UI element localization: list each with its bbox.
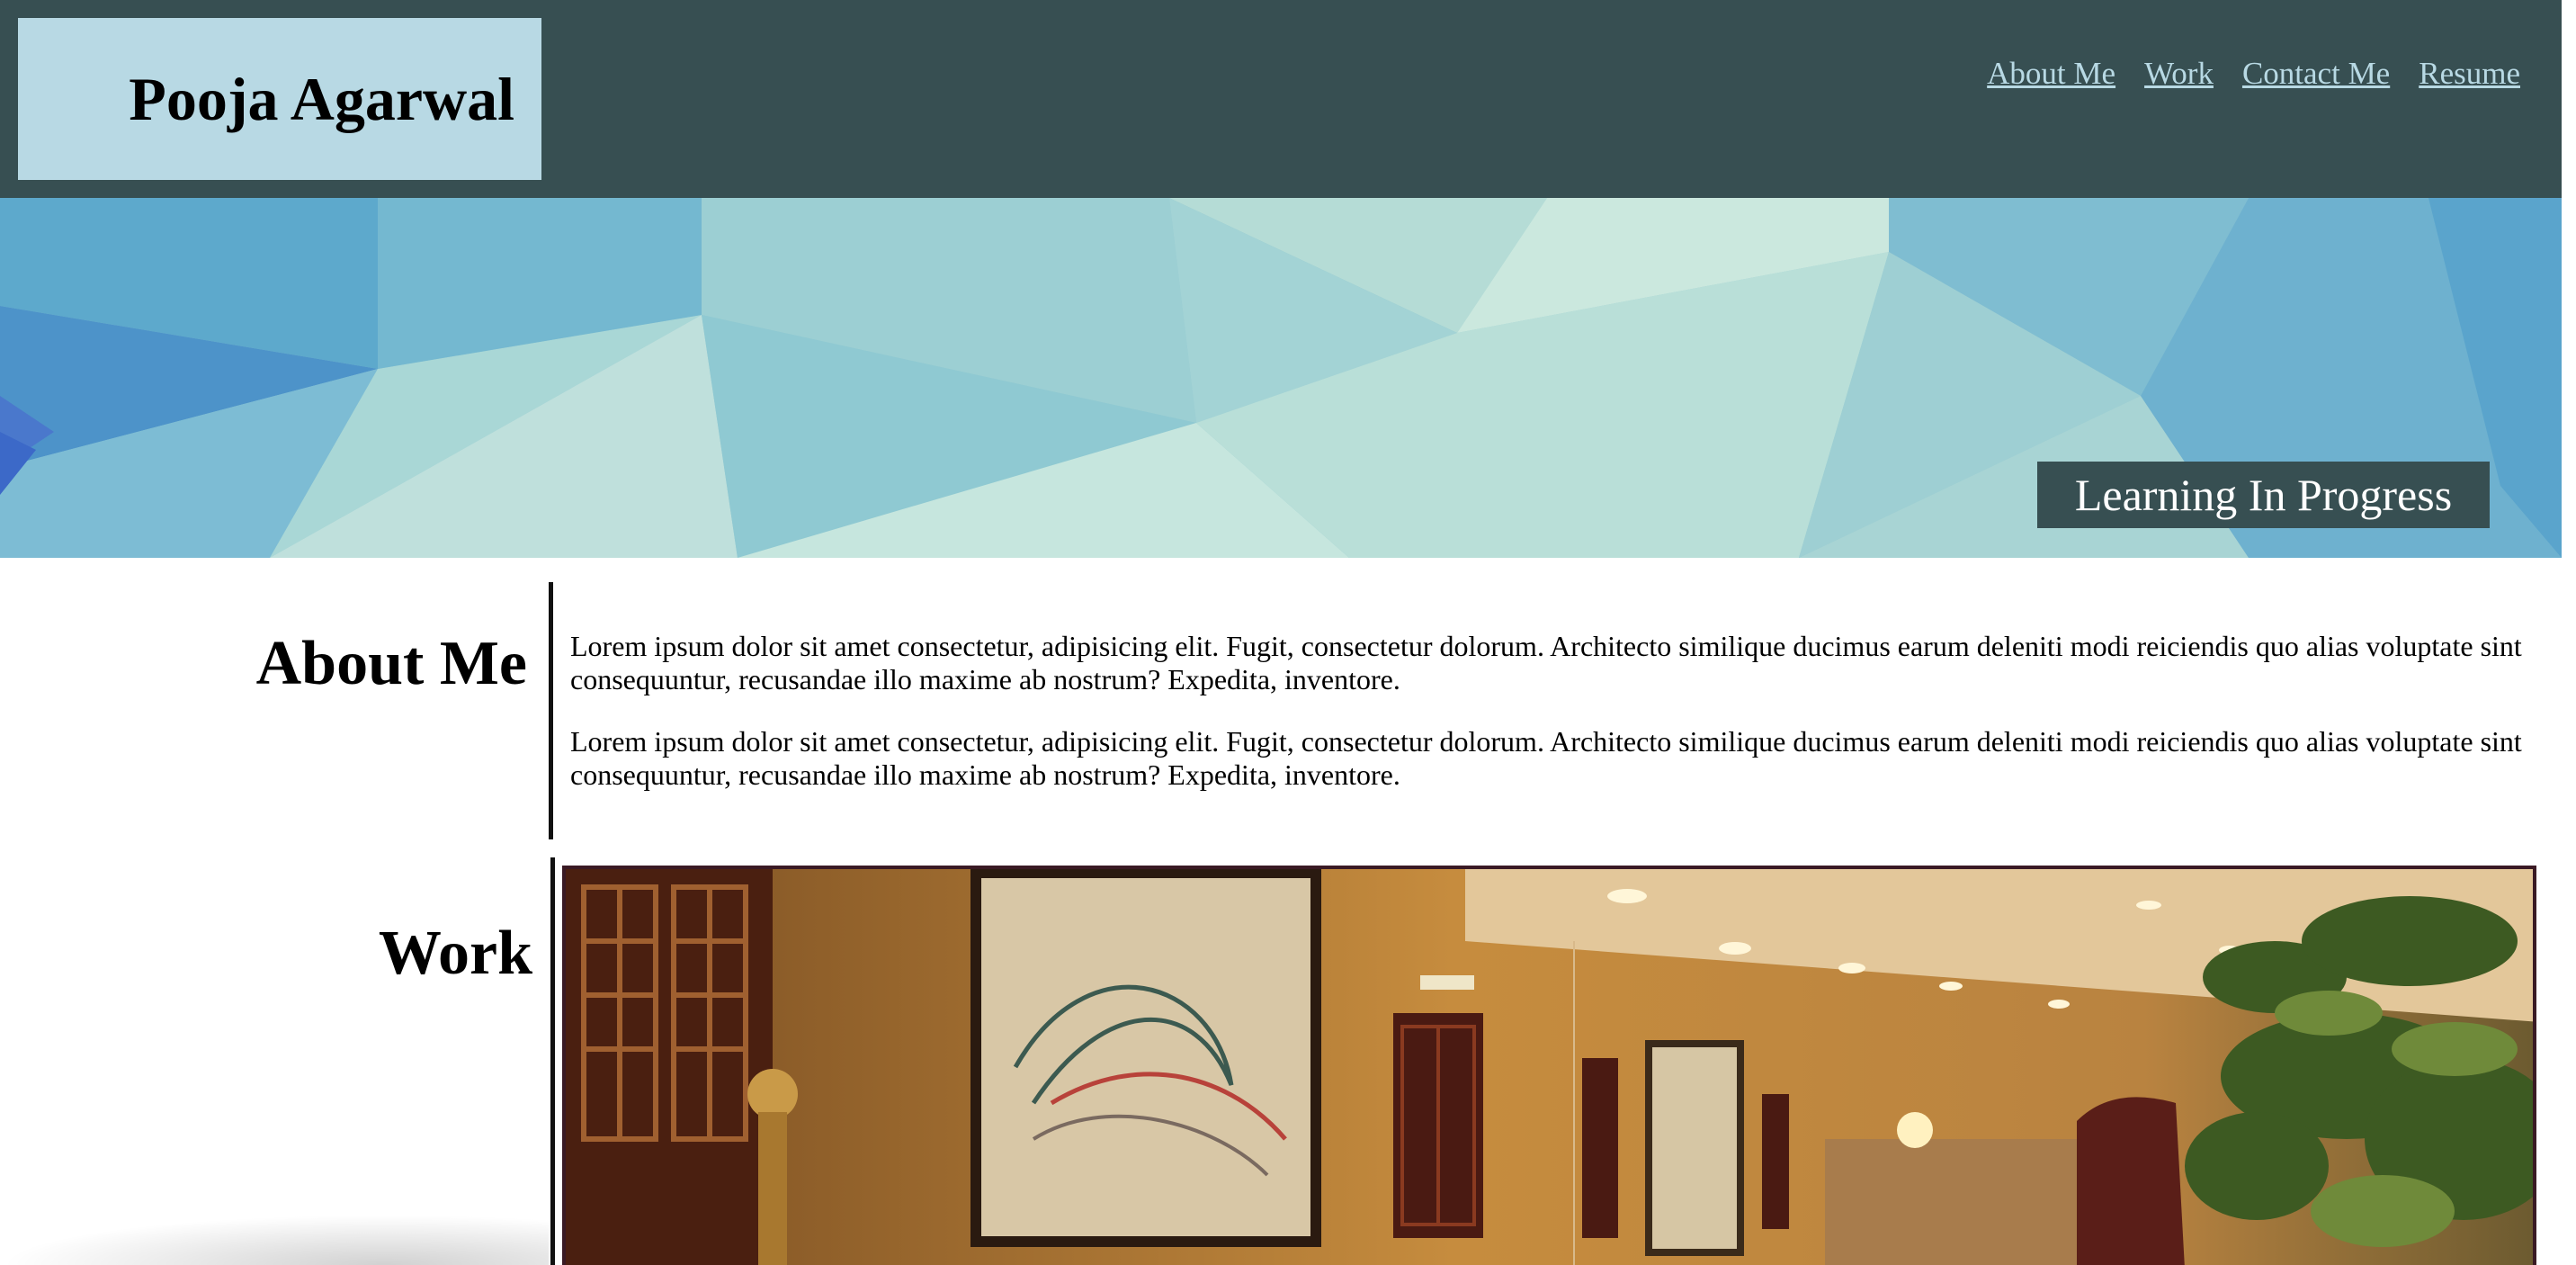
window-edge: [2562, 0, 2576, 1265]
nav-link-about-me[interactable]: About Me: [1987, 56, 2115, 92]
hero-tagline: Learning In Progress: [2037, 462, 2490, 528]
about-divider: [549, 582, 553, 839]
site-name: Pooja Agarwal: [129, 65, 514, 133]
hero-banner: Learning In Progress: [0, 198, 2562, 558]
nav-link-contact-me[interactable]: Contact Me: [2242, 56, 2390, 92]
work-heading: Work: [378, 919, 532, 988]
site-header: Pooja Agarwal About Me Work Contact Me R…: [0, 0, 2562, 198]
bottom-shadow: [0, 1215, 549, 1265]
nav-link-work[interactable]: Work: [2144, 56, 2214, 92]
site-name-box: Pooja Agarwal: [18, 18, 541, 180]
about-paragraph: Lorem ipsum dolor sit amet consectetur, …: [570, 630, 2522, 695]
work-project-image[interactable]: [562, 866, 2536, 1265]
hotel-lobby-photo: [566, 869, 2533, 1265]
about-me-body: Lorem ipsum dolor sit amet consectetur, …: [570, 630, 2533, 821]
main-nav: About Me Work Contact Me Resume: [1987, 56, 2520, 92]
work-divider: [550, 857, 555, 1265]
about-paragraph: Lorem ipsum dolor sit amet consectetur, …: [570, 725, 2522, 791]
nav-link-resume[interactable]: Resume: [2419, 56, 2520, 92]
about-me-heading: About Me: [255, 629, 527, 698]
